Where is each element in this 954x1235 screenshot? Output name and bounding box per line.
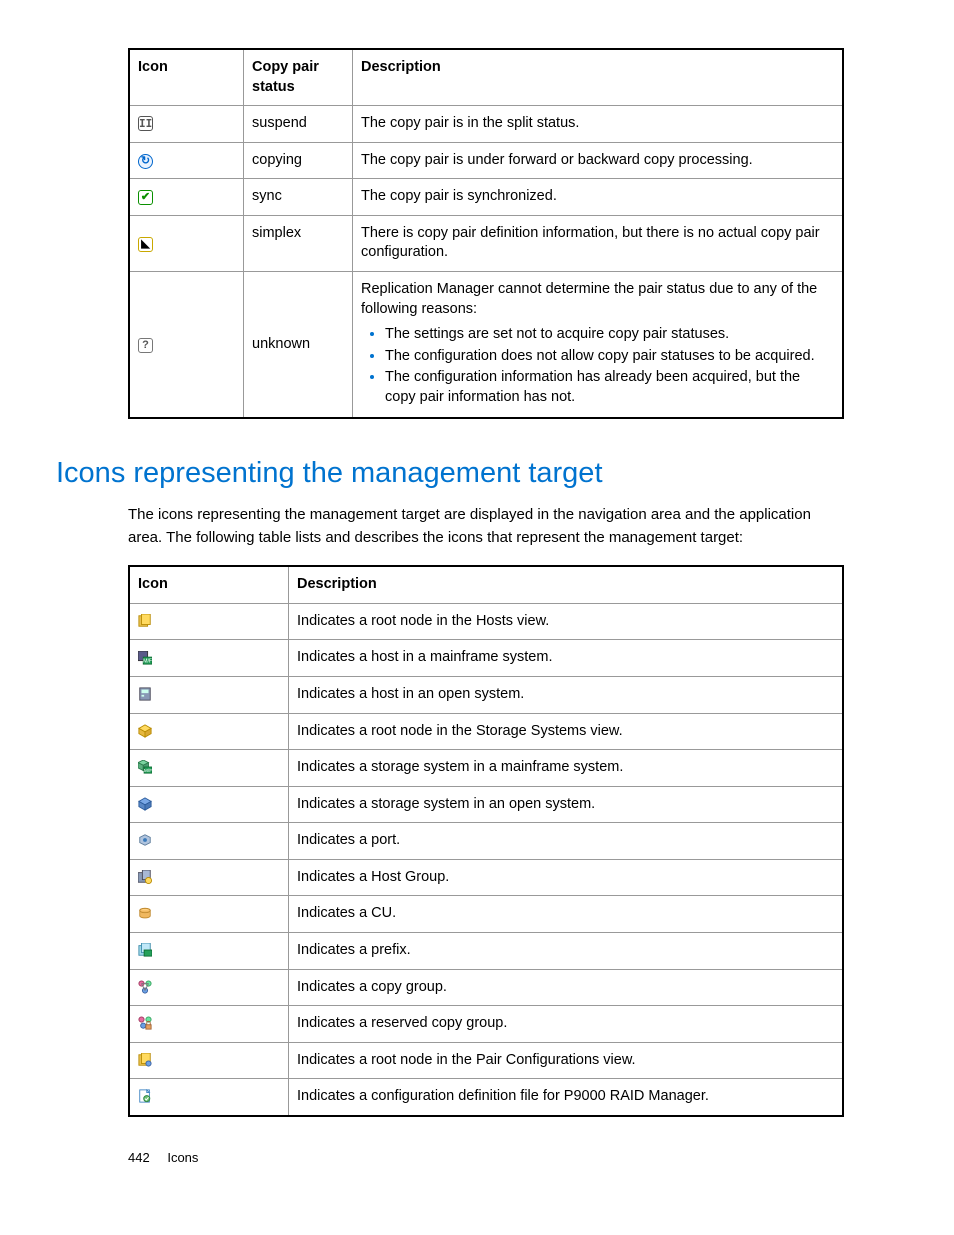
port-icon (138, 833, 152, 847)
table-row: Indicates a storage system in an open sy… (129, 786, 843, 823)
desc-cell: The copy pair is in the split status. (353, 106, 844, 143)
host-group-icon (138, 870, 152, 884)
desc-cell: There is copy pair definition informatio… (353, 215, 844, 271)
status-cell: copying (244, 142, 353, 179)
copying-icon: ↻ (138, 154, 153, 169)
desc-cell: Indicates a root node in the Hosts view. (289, 603, 844, 640)
page-number: 442 (128, 1150, 150, 1165)
table-row: Indicates a prefix. (129, 932, 843, 969)
storage-mainframe-icon: M/F (138, 760, 152, 774)
intro-paragraph: The icons representing the management ta… (128, 504, 844, 549)
management-target-table: Icon Description Indicates a root node i… (128, 565, 844, 1116)
desc-cell: Indicates a root node in the Pair Config… (289, 1042, 844, 1079)
table-row: ? unknown Replication Manager cannot det… (129, 271, 843, 418)
table-row: Indicates a reserved copy group. (129, 1006, 843, 1043)
cu-icon (138, 907, 152, 921)
page-footer: 442 Icons (128, 1150, 848, 1165)
status-cell: unknown (244, 271, 353, 418)
unknown-icon: ? (138, 338, 153, 353)
table-row: M/F Indicates a storage system in a main… (129, 750, 843, 787)
table-row: Indicates a root node in the Pair Config… (129, 1042, 843, 1079)
desc-cell: The copy pair is under forward or backwa… (353, 142, 844, 179)
table-row: Indicates a root node in the Storage Sys… (129, 713, 843, 750)
desc-cell: The copy pair is synchronized. (353, 179, 844, 216)
hosts-root-icon (138, 614, 152, 628)
copy-pair-status-table: Icon Copy pair status Description II sus… (128, 48, 844, 419)
config-def-file-icon (138, 1089, 152, 1103)
status-cell: simplex (244, 215, 353, 271)
table-row: Indicates a port. (129, 823, 843, 860)
storage-root-icon (138, 724, 152, 738)
svg-text:M/F: M/F (143, 658, 152, 664)
table-row: Indicates a copy group. (129, 969, 843, 1006)
host-open-icon (138, 687, 152, 701)
desc-cell: Indicates a host in a mainframe system. (289, 640, 844, 677)
desc-cell: Indicates a CU. (289, 896, 844, 933)
pair-config-root-icon (138, 1053, 152, 1067)
status-cell: sync (244, 179, 353, 216)
table-row: Indicates a CU. (129, 896, 843, 933)
svg-text:M/F: M/F (144, 768, 152, 774)
desc-intro: Replication Manager cannot determine the… (361, 281, 817, 317)
table-row: Indicates a root node in the Hosts view. (129, 603, 843, 640)
reserved-copy-group-icon (138, 1016, 152, 1030)
table-row: Indicates a Host Group. (129, 859, 843, 896)
desc-cell: Indicates a storage system in an open sy… (289, 786, 844, 823)
desc-cell: Indicates a host in an open system. (289, 677, 844, 714)
col-icon: Icon (129, 566, 289, 603)
section-title: Icons representing the management target (56, 457, 844, 490)
suspend-icon: II (138, 116, 153, 131)
desc-cell: Indicates a storage system in a mainfram… (289, 750, 844, 787)
table-row: M/F Indicates a host in a mainframe syst… (129, 640, 843, 677)
table-row: ✔ sync The copy pair is synchronized. (129, 179, 843, 216)
desc-cell: Indicates a Host Group. (289, 859, 844, 896)
storage-open-icon (138, 797, 152, 811)
desc-cell: Indicates a copy group. (289, 969, 844, 1006)
desc-cell: Replication Manager cannot determine the… (353, 271, 844, 418)
table-row: Indicates a host in an open system. (129, 677, 843, 714)
col-desc: Description (353, 49, 844, 106)
table-row: ◣ simplex There is copy pair definition … (129, 215, 843, 271)
footer-label: Icons (167, 1150, 198, 1165)
desc-cell: Indicates a port. (289, 823, 844, 860)
col-desc: Description (289, 566, 844, 603)
sync-icon: ✔ (138, 190, 153, 205)
desc-bullets: The settings are set not to acquire copy… (361, 325, 832, 407)
bullet-item: The settings are set not to acquire copy… (385, 325, 832, 345)
desc-cell: Indicates a configuration definition fil… (289, 1079, 844, 1116)
table-header-row: Icon Description (129, 566, 843, 603)
host-mainframe-icon: M/F (138, 651, 152, 665)
desc-cell: Indicates a prefix. (289, 932, 844, 969)
desc-cell: Indicates a root node in the Storage Sys… (289, 713, 844, 750)
bullet-item: The configuration information has alread… (385, 368, 832, 407)
prefix-icon (138, 943, 152, 957)
table-row: Indicates a configuration definition fil… (129, 1079, 843, 1116)
simplex-icon: ◣ (138, 237, 153, 252)
table-row: II suspend The copy pair is in the split… (129, 106, 843, 143)
col-icon: Icon (129, 49, 244, 106)
status-cell: suspend (244, 106, 353, 143)
bullet-item: The configuration does not allow copy pa… (385, 347, 832, 367)
table-header-row: Icon Copy pair status Description (129, 49, 843, 106)
desc-cell: Indicates a reserved copy group. (289, 1006, 844, 1043)
copy-group-icon (138, 980, 152, 994)
table-row: ↻ copying The copy pair is under forward… (129, 142, 843, 179)
col-status: Copy pair status (244, 49, 353, 106)
